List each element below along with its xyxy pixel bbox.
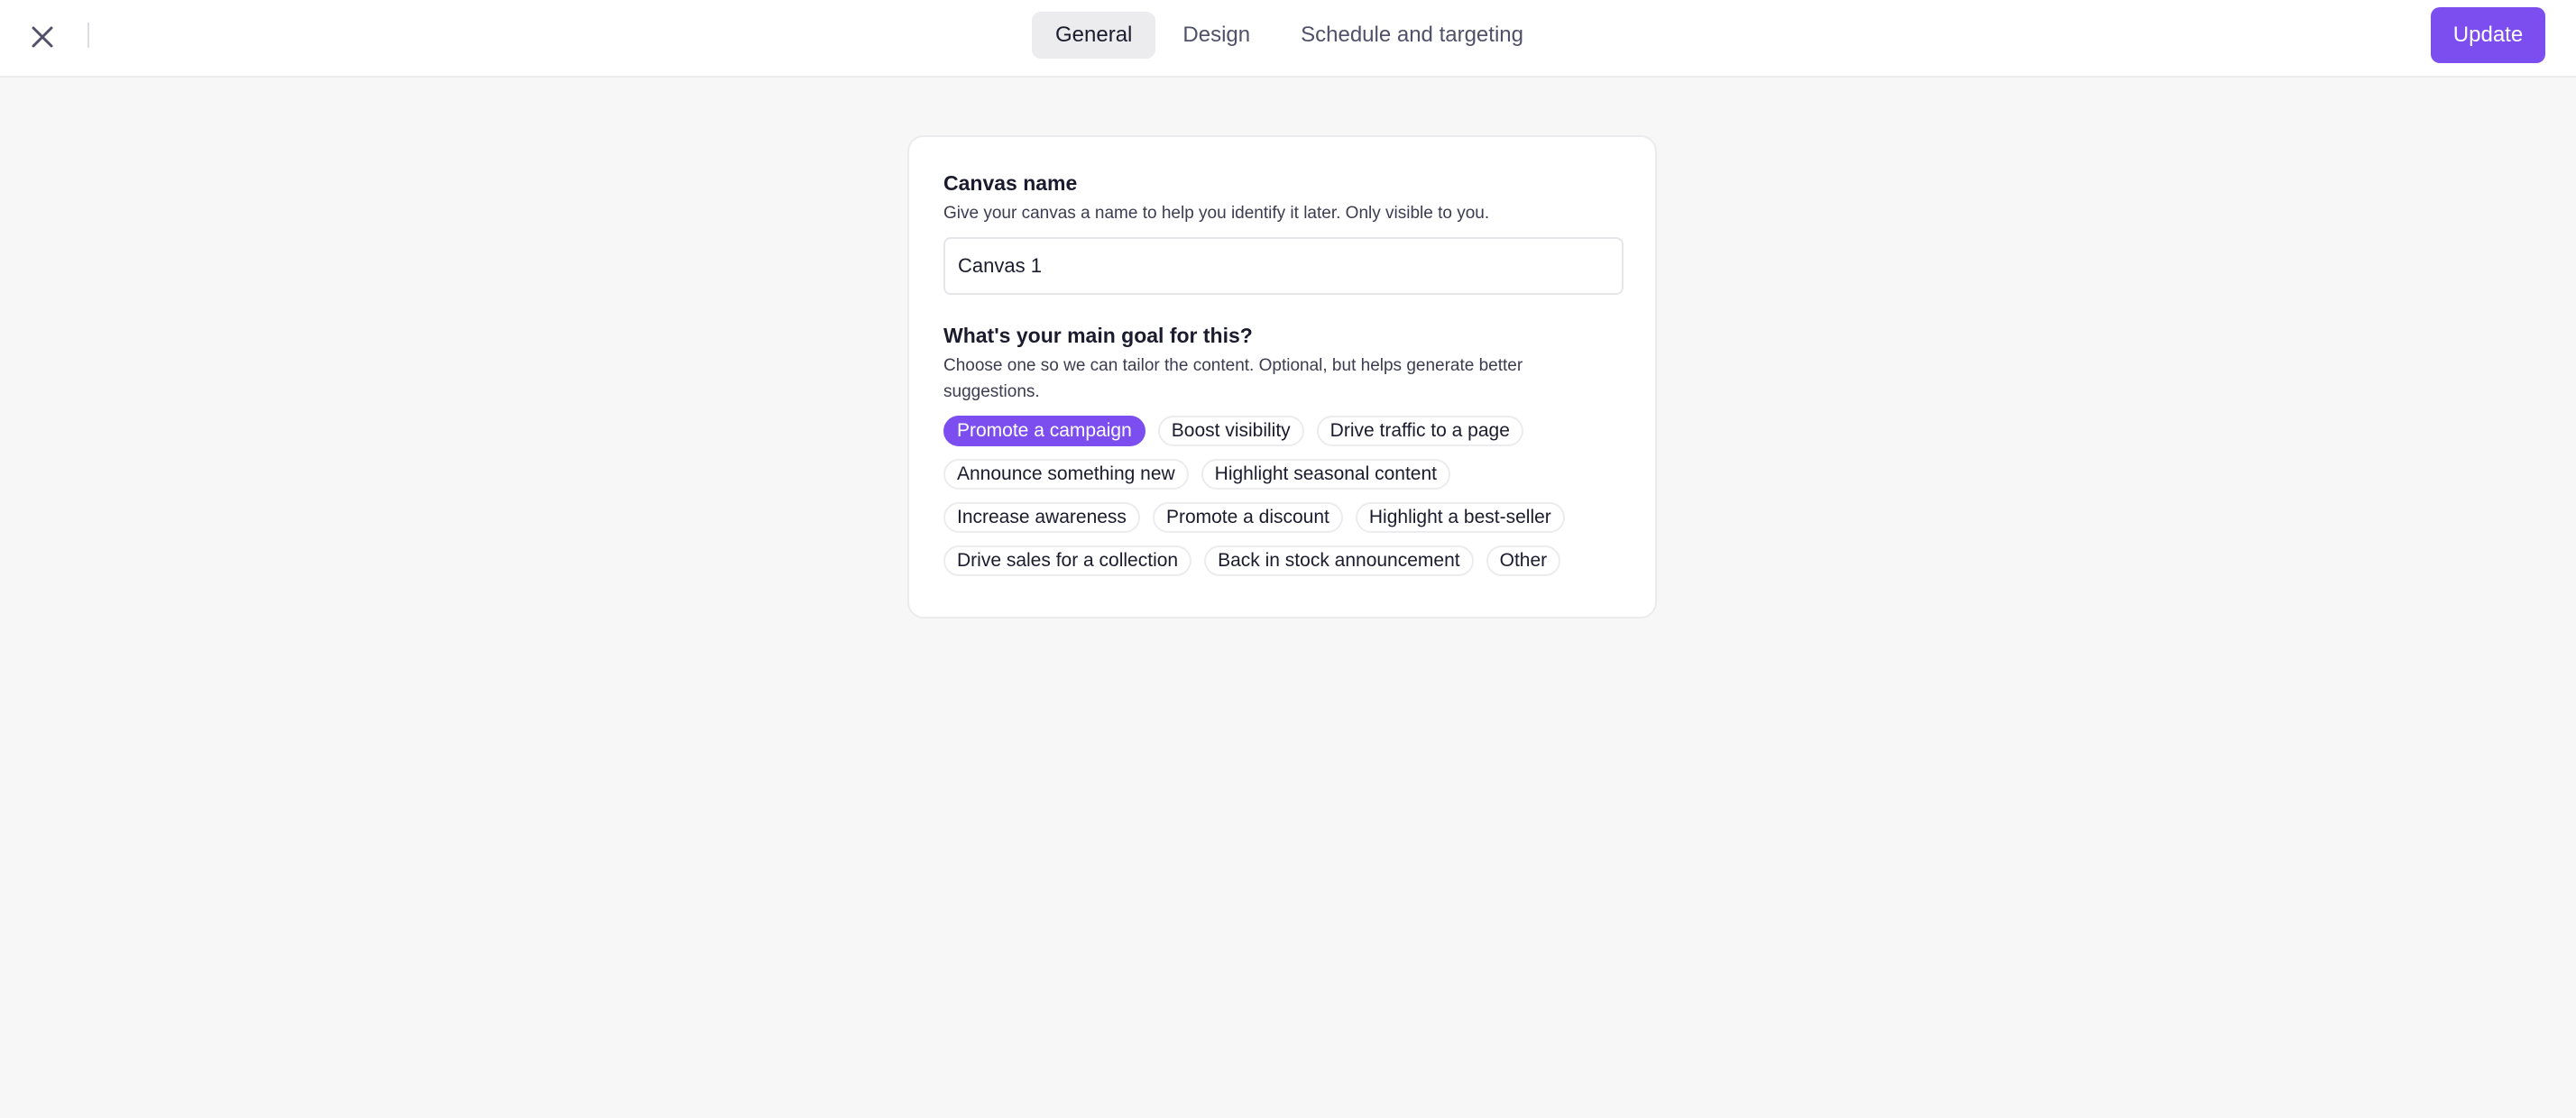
goal-chip-promote-a-discount[interactable]: Promote a discount: [1152, 502, 1343, 533]
top-bar: General Design Schedule and targeting Up…: [0, 0, 2576, 78]
header-divider: [87, 23, 89, 48]
goal-section: What's your main goal for this? Choose o…: [943, 322, 1621, 576]
goal-chip-other[interactable]: Other: [1486, 545, 1561, 576]
goal-chip-highlight-seasonal-content[interactable]: Highlight seasonal content: [1201, 459, 1451, 490]
goal-chip-increase-awareness[interactable]: Increase awareness: [943, 502, 1140, 533]
goal-chip-drive-traffic[interactable]: Drive traffic to a page: [1316, 416, 1523, 446]
close-icon: [32, 26, 53, 48]
goal-chip-promote-a-campaign[interactable]: Promote a campaign: [943, 416, 1145, 446]
goal-chip-drive-sales-for-a-collection[interactable]: Drive sales for a collection: [943, 545, 1192, 576]
goal-chip-boost-visibility[interactable]: Boost visibility: [1157, 416, 1304, 446]
canvas-name-section: Canvas name Give your canvas a name to h…: [943, 170, 1624, 295]
goal-label: What's your main goal for this?: [943, 324, 1253, 347]
canvas-name-helper: Give your canvas a name to help you iden…: [943, 204, 1490, 223]
tab-design[interactable]: Design: [1159, 12, 1274, 59]
goal-options: Promote a campaign Boost visibility Driv…: [943, 416, 1629, 576]
goal-chip-announce-something-new[interactable]: Announce something new: [943, 459, 1189, 490]
canvas-name-label: Canvas name: [943, 171, 1078, 195]
canvas-name-input[interactable]: [943, 237, 1624, 295]
close-button[interactable]: [22, 16, 63, 58]
goal-helper: Choose one so we can tailor the content.…: [943, 356, 1523, 401]
goal-chip-back-in-stock[interactable]: Back in stock announcement: [1204, 545, 1474, 576]
update-button[interactable]: Update: [2431, 7, 2545, 63]
tab-schedule-and-targeting[interactable]: Schedule and targeting: [1277, 12, 1547, 59]
tab-general[interactable]: General: [1032, 12, 1156, 59]
tab-bar: General Design Schedule and targeting: [1032, 12, 1547, 59]
goal-chip-highlight-a-best-seller[interactable]: Highlight a best-seller: [1355, 502, 1565, 533]
general-settings-card: Canvas name Give your canvas a name to h…: [907, 135, 1657, 619]
